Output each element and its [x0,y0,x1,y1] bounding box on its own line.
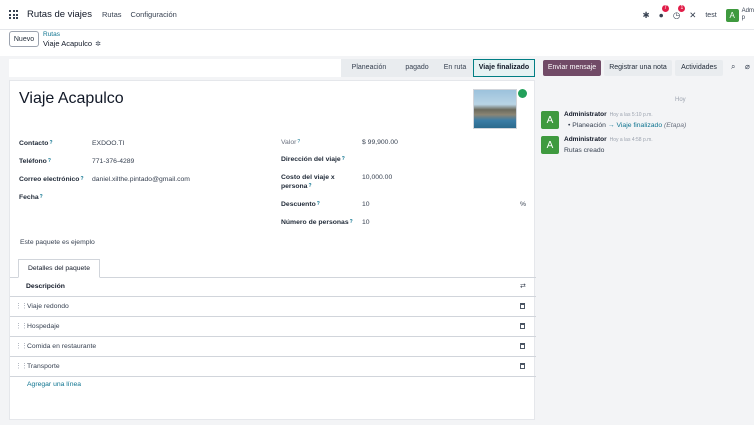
label-descuento: Descuento? [281,201,320,208]
gear-icon[interactable]: ✲ [95,41,101,48]
new-button[interactable]: Nuevo [9,31,39,47]
tracking-new-value: Viaje finalizado [616,122,663,129]
trash-icon[interactable] [520,343,525,349]
table-row[interactable]: ⋮⋮ Transporte [10,357,536,377]
tracking-field: (Etapa) [664,122,687,129]
activities-badge: 1 [678,4,686,12]
search-icon[interactable]: ⌕ [731,62,735,72]
avatar[interactable]: A [541,136,559,154]
control-panel: Nuevo Rutas Viaje Acapulco ✲ [0,30,754,56]
column-descripcion[interactable]: Descripción [26,283,65,290]
tools-icon[interactable]: ✕ [689,10,696,21]
breadcrumb-parent[interactable]: Rutas [43,31,60,38]
table-row[interactable]: ⋮⋮ Viaje redondo [10,297,536,317]
table-row[interactable]: ⋮⋮ Comida en restaurante [10,337,536,357]
user-menu[interactable]: Adm p [742,8,754,22]
drag-handle-icon[interactable]: ⋮⋮ [15,362,28,370]
activities-button[interactable]: Actividades [675,60,723,76]
row-description[interactable]: Comida en restaurante [27,343,96,350]
tab-detalles-paquete[interactable]: Detalles del paquete [18,259,100,278]
field-numero-personas[interactable]: 10 [362,219,370,226]
activities-icon[interactable]: ◷ 1 [673,4,686,21]
label-numero-personas: Número de personas? [281,219,353,226]
record-title[interactable]: Viaje Acapulco [19,90,124,108]
date-separator: Hoy [675,97,686,103]
message-time: Hoy a las 4:58 p.m. [609,137,653,143]
field-descuento-suffix: % [520,201,527,208]
record-image[interactable] [473,89,517,129]
trash-icon[interactable] [520,323,525,329]
status-indicator [518,89,527,98]
label-costo: Costo del viaje x persona? [281,174,335,190]
form-sheet: Viaje Acapulco Contacto? EXDOO.TI Teléfo… [9,80,536,420]
apps-menu-icon[interactable] [9,10,18,19]
trash-icon[interactable] [520,303,525,309]
field-descuento[interactable]: 10 [362,201,370,208]
bug-icon[interactable]: ✱ [643,10,650,21]
user-avatar[interactable]: A [725,8,739,22]
label-direccion: Dirección del viaje? [281,156,345,163]
tracking-old-value: Planeación [572,122,606,129]
column-settings-icon[interactable]: ⇄ [520,282,526,290]
send-message-button[interactable]: Enviar mensaje [543,60,601,76]
field-telefono[interactable]: 771-376-4289 [92,158,134,165]
row-description[interactable]: Transporte [27,363,60,370]
stage-viaje-finalizado[interactable]: Viaje finalizado [473,59,535,77]
paperclip-icon[interactable]: ⌀ [745,62,750,71]
label-contacto: Contacto? [19,140,53,147]
message-time: Hoy a las 5:10 p.m. [609,112,653,118]
menu-configuracion[interactable]: Configuración [131,10,177,19]
tracking-value: • Planeación → Viaje finalizado (Etapa) [568,122,687,129]
trash-icon[interactable] [520,363,525,369]
menu-rutas[interactable]: Rutas [102,10,122,19]
log-note-button[interactable]: Registrar una nota [604,60,672,76]
message-author[interactable]: Administrator Hoy a las 4:58 p.m. [564,136,653,143]
row-description[interactable]: Viaje redondo [27,303,69,310]
status-bar: Planeación pagado En ruta Viaje finaliza… [9,59,535,77]
chatter-toolbar: Enviar mensaje Registrar una nota Activi… [539,59,754,77]
breadcrumb-current-label: Viaje Acapulco [43,39,93,48]
label-fecha: Fecha? [19,194,43,201]
stage-planeacion[interactable]: Planeación [341,59,397,77]
message-body: Rutas creado [564,147,605,154]
avatar[interactable]: A [541,111,559,129]
row-description[interactable]: Hospedaje [27,323,60,330]
add-line-link[interactable]: Agregar una línea [27,381,81,388]
drag-handle-icon[interactable]: ⋮⋮ [15,322,28,330]
stage-pagado[interactable]: pagado [397,59,437,77]
field-costo[interactable]: 10,000.00 [362,174,392,181]
drag-handle-icon[interactable]: ⋮⋮ [15,342,28,350]
table-header: Descripción ⇄ [10,278,536,297]
label-correo: Correo electrónico? [19,176,84,183]
label-valor: Valor? [281,139,301,146]
arrow-right-icon: → [607,122,615,129]
message-author[interactable]: Administrator Hoy a las 5:10 p.m. [564,111,653,118]
field-contacto[interactable]: EXDOO.TI [92,140,124,147]
package-note[interactable]: Este paquete es ejemplo [20,239,95,246]
top-navbar: Rutas de viajes Rutas Configuración ✱ ● 7… [0,0,754,30]
user-sub: p [741,15,745,21]
field-valor: $ 99,900.00 [362,139,398,146]
breadcrumb-current: Viaje Acapulco ✲ [43,39,101,48]
user-name: Adm [741,8,754,14]
company-switcher[interactable]: test [705,12,716,19]
field-correo[interactable]: daniel.xilthe.pintado@gmail.com [92,176,190,183]
messages-icon[interactable]: ● 7 [659,5,669,20]
app-title[interactable]: Rutas de viajes [27,9,92,20]
stage-en-ruta[interactable]: En ruta [437,59,473,77]
drag-handle-icon[interactable]: ⋮⋮ [15,302,28,310]
messages-badge: 7 [662,5,669,12]
table-row[interactable]: ⋮⋮ Hospedaje [10,317,536,337]
label-telefono: Teléfono? [19,158,51,165]
